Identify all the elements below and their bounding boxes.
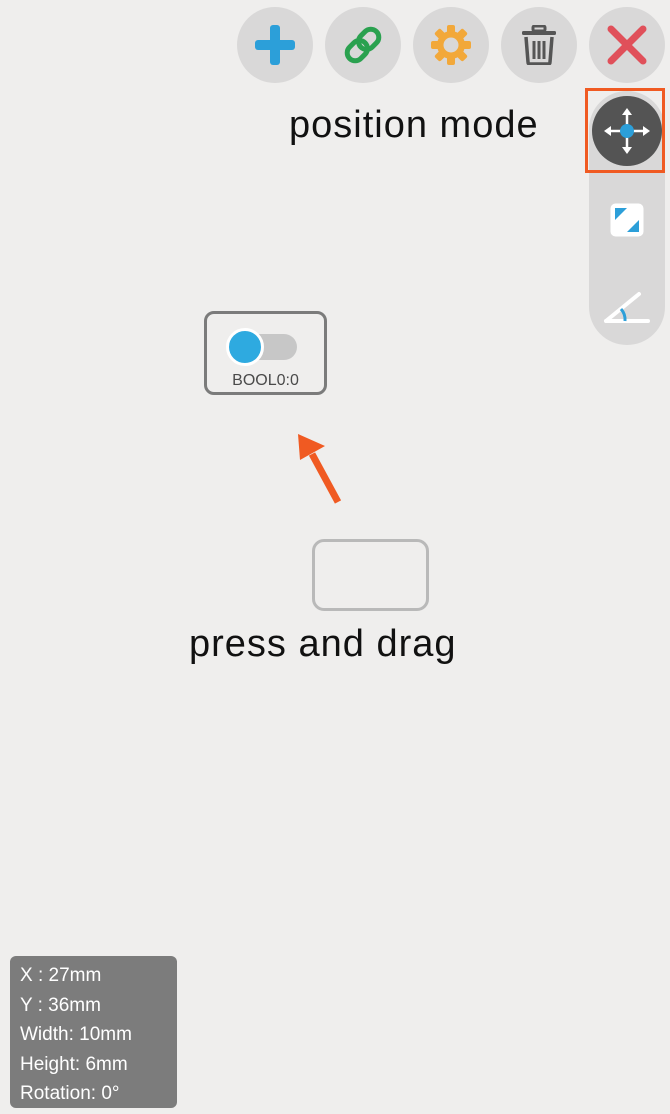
info-panel: X : 27mm Y : 36mm Width: 10mm Height: 6m…	[10, 956, 177, 1108]
size-mode-button[interactable]	[589, 182, 665, 258]
gear-icon	[431, 25, 471, 65]
close-button[interactable]	[589, 7, 665, 83]
link-icon	[344, 26, 382, 64]
drag-arrow-icon	[298, 434, 342, 504]
widget-label: BOOL0:0	[232, 372, 299, 389]
info-height: Height: 6mm	[20, 1053, 128, 1075]
drag-ghost-box	[312, 539, 429, 611]
trash-icon	[522, 25, 556, 65]
settings-button[interactable]	[413, 7, 489, 83]
angle-icon	[604, 292, 650, 323]
link-button[interactable]	[325, 7, 401, 83]
plus-icon	[255, 25, 295, 65]
resize-icon	[610, 203, 644, 237]
toggle-widget[interactable]: BOOL0:0	[204, 311, 327, 395]
position-mode-highlight	[585, 88, 665, 173]
delete-button[interactable]	[501, 7, 577, 83]
add-button[interactable]	[237, 7, 313, 83]
info-y: Y : 36mm	[20, 994, 101, 1016]
press-and-drag-callout: press and drag	[189, 623, 457, 665]
info-width: Width: 10mm	[20, 1024, 132, 1046]
info-x: X : 27mm	[20, 965, 102, 986]
position-mode-callout: position mode	[289, 104, 539, 146]
close-icon	[607, 25, 647, 65]
toggle-knob	[226, 328, 264, 366]
info-rotation: Rotation: 0°	[20, 1083, 120, 1105]
rotation-mode-button[interactable]	[589, 269, 665, 345]
